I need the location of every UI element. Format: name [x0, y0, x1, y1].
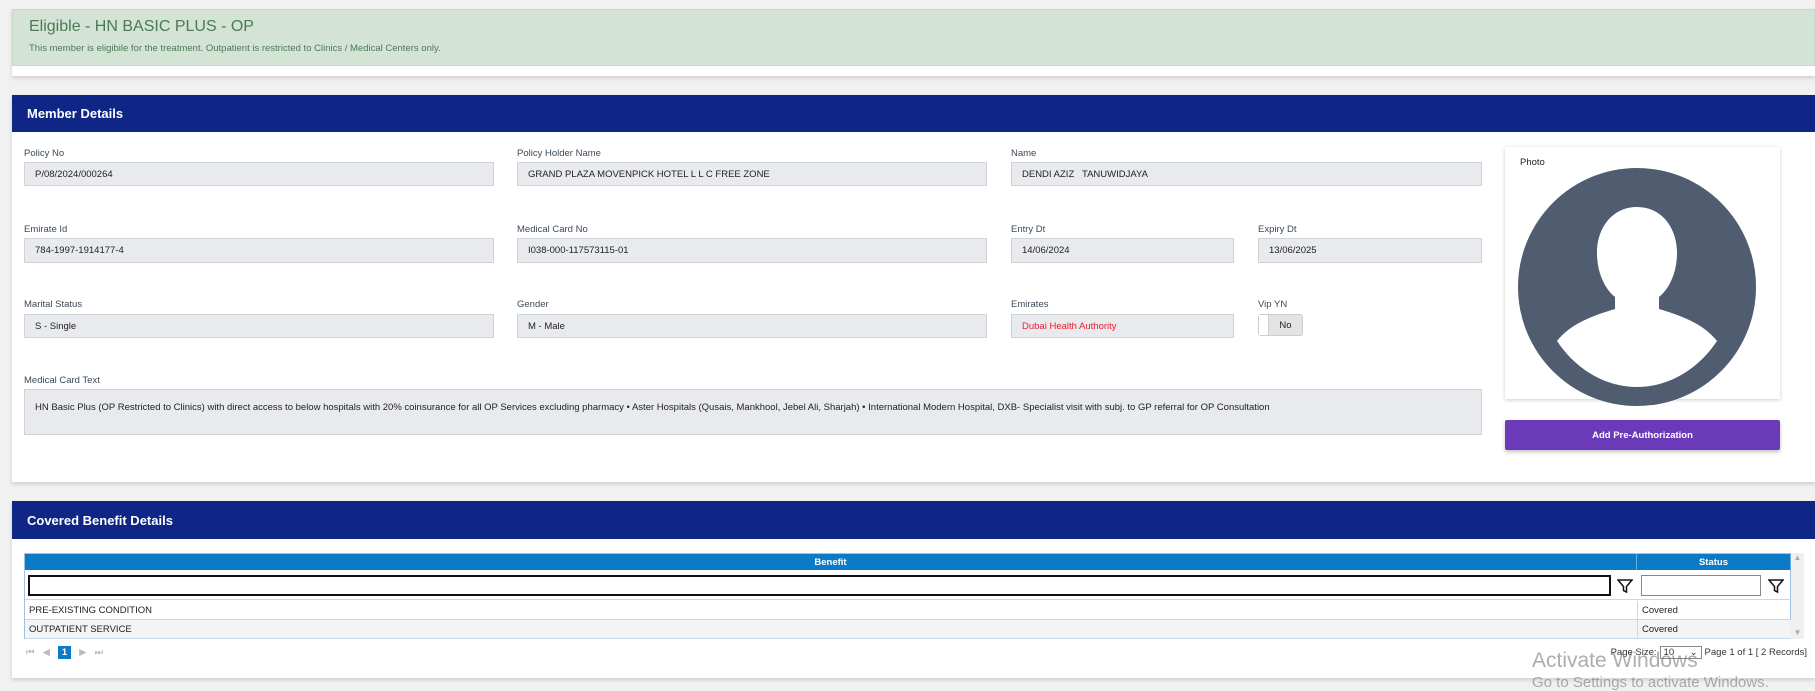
medical-card-text-label: Medical Card Text [24, 375, 100, 386]
photo-card: Photo [1505, 147, 1780, 406]
expiry-dt-field[interactable]: 13/06/2025 [1258, 238, 1482, 263]
page-count-info: Page 1 of 1 [ 2 Records] [1704, 647, 1807, 658]
emirate-id-field[interactable]: 784-1997-1914177-4 [24, 238, 494, 263]
policy-no-label: Policy No [24, 148, 65, 159]
medical-card-no-field[interactable]: I038-000-117573115-01 [517, 238, 987, 263]
benefit-cell: PRE-EXISTING CONDITION [25, 601, 1637, 620]
policy-holder-label: Policy Holder Name [517, 148, 601, 159]
marital-status-field[interactable]: S - Single [24, 314, 494, 338]
name-field[interactable]: DENDI AZIZ TANUWIDJAYA [1011, 162, 1482, 186]
eligibility-alert: Eligible - HN BASIC PLUS - OP This membe… [12, 9, 1815, 66]
status-cell: Covered [1637, 601, 1791, 620]
page-1-button[interactable]: 1 [57, 646, 72, 659]
vip-toggle[interactable]: No [1258, 314, 1303, 336]
benefit-filter-icon[interactable] [1617, 578, 1633, 594]
medical-card-text-area[interactable]: HN Basic Plus (OP Restricted to Clinics)… [24, 389, 1482, 435]
toggle-knob [1259, 315, 1269, 335]
name-label: Name [1011, 148, 1037, 159]
benefits-grid: Benefit Status PRE-EXISTING CONDITION Co… [24, 553, 1791, 639]
add-pre-authorization-button[interactable]: Add Pre-Authorization [1505, 420, 1780, 450]
watermark-title: Activate Windows [1532, 649, 1698, 672]
alert-title: Eligible - HN BASIC PLUS - OP [29, 18, 254, 35]
status-cell: Covered [1637, 620, 1791, 639]
last-page-icon[interactable]: ⏭ [94, 647, 103, 658]
entry-dt-label: Entry Dt [1011, 224, 1046, 235]
member-details-header: Member Details [12, 95, 1815, 132]
gender-label: Gender [517, 299, 549, 310]
policy-no-field[interactable]: P/08/2024/000264 [24, 162, 494, 186]
benefit-filter-input[interactable] [28, 575, 1611, 596]
prev-page-icon[interactable]: ◀ [43, 647, 50, 658]
gender-field[interactable]: M - Male [517, 314, 987, 338]
alert-message: This member is eligibile for the treatme… [29, 43, 441, 54]
medical-card-no-label: Medical Card No [517, 224, 588, 235]
eligibility-card: Eligible - HN BASIC PLUS - OP This membe… [12, 9, 1815, 76]
column-header-status[interactable]: Status [1637, 554, 1791, 570]
avatar-placeholder-icon [1518, 168, 1756, 406]
next-page-icon[interactable]: ▶ [79, 647, 86, 658]
first-page-icon[interactable]: ⏮ [26, 647, 35, 658]
marital-status-label: Marital Status [24, 299, 83, 310]
status-filter-icon[interactable] [1768, 578, 1784, 594]
emirates-label: Emirates [1011, 299, 1049, 310]
vip-toggle-value: No [1279, 319, 1292, 331]
vip-label: Vip YN [1258, 299, 1288, 310]
entry-dt-field[interactable]: 14/06/2024 [1011, 238, 1234, 263]
policy-holder-field[interactable]: GRAND PLAZA MOVENPICK HOTEL L L C FREE Z… [517, 162, 987, 186]
benefit-cell: OUTPATIENT SERVICE [25, 620, 1637, 639]
pager: ⏮ ◀ 1 ▶ ⏭ [26, 646, 103, 659]
emirate-id-label: Emirate Id [24, 224, 68, 235]
column-header-benefit[interactable]: Benefit [25, 554, 1637, 570]
filter-row [25, 571, 1791, 600]
status-filter-input[interactable] [1641, 575, 1761, 596]
grid-scrollbar[interactable]: ▲ ▼ [1791, 553, 1804, 639]
benefits-header: Covered Benefit Details [12, 501, 1815, 539]
expiry-dt-label: Expiry Dt [1258, 224, 1297, 235]
emirates-field[interactable]: Dubai Health Authority [1011, 314, 1234, 338]
watermark-subtitle: Go to Settings to activate Windows. [1532, 674, 1769, 691]
